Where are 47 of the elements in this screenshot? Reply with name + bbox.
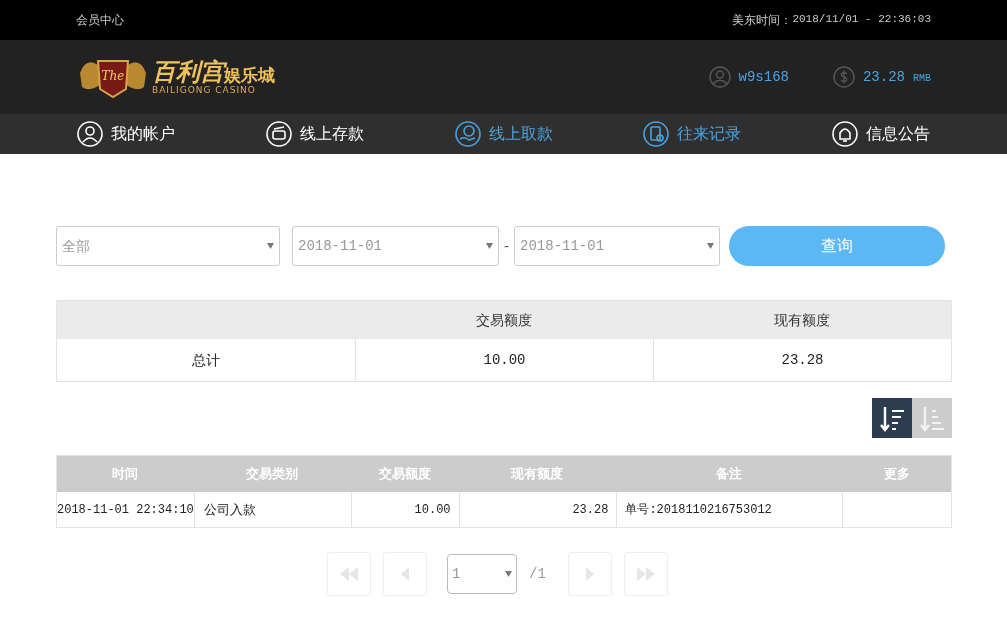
next-page-button[interactable] <box>567 552 612 596</box>
date-from-select[interactable]: 2018-11-01 <box>292 226 499 266</box>
previous-page-button[interactable] <box>383 552 428 596</box>
table-cell: 23.28 <box>653 339 951 381</box>
nav-tab[interactable]: 线上存款 <box>265 121 364 147</box>
column-header: 交易额度 <box>475 310 533 330</box>
wallet-icon <box>265 121 292 147</box>
user-icon <box>77 121 103 147</box>
double-triangle-icon <box>636 567 655 581</box>
caret-icon <box>267 243 274 249</box>
caret-icon <box>486 243 493 249</box>
document-icon <box>643 121 670 147</box>
member-center-title: 会员中心 <box>76 12 124 29</box>
caret-icon <box>505 571 513 577</box>
nav-tab[interactable]: 我的帐户 <box>77 121 175 147</box>
table-cell-text: 单号:2018110216753012 <box>625 501 772 519</box>
table-cell-text: 总计 <box>191 350 221 370</box>
bell-icon <box>832 121 858 147</box>
date-separator: - <box>503 236 511 256</box>
nav-tab[interactable]: 信息公告 <box>832 121 930 147</box>
username: w9s168 <box>738 67 789 87</box>
last-page-button[interactable] <box>623 552 668 596</box>
caret-icon <box>707 243 715 249</box>
balance: 23.28 <box>862 67 905 87</box>
table-cell-text: 2018-11-01 22:34:10 <box>57 501 194 519</box>
triangle-icon <box>585 567 594 581</box>
table-cell-text: 23.28 <box>572 501 609 519</box>
user-icon <box>708 66 731 88</box>
nav-tab[interactable]: 往来记录 <box>643 121 742 147</box>
sort-descending-button[interactable] <box>872 398 912 438</box>
double-triangle-icon <box>340 567 359 581</box>
currency: RMB <box>913 72 931 86</box>
first-page-button[interactable] <box>327 552 372 596</box>
clock-time: 2018/11/01 - 22:36:03 <box>792 12 931 27</box>
type-select[interactable]: 全部 <box>56 226 280 266</box>
nav-tab[interactable]: 线上取款 <box>454 121 553 147</box>
date-to-select[interactable]: 2018-11-01 <box>514 226 721 266</box>
column-header: 现有额度 <box>773 310 831 330</box>
table-cell-text: 公司入款 <box>203 500 256 519</box>
page-total: /1 <box>529 564 546 584</box>
table-cell: 10.00 <box>355 339 653 381</box>
triangle-icon <box>401 567 410 581</box>
table-cell-text: 10.00 <box>414 501 451 519</box>
logo-subtitle: BAILIGONG CASINO <box>152 85 257 95</box>
dollar-icon <box>832 66 855 88</box>
clock-label: 美东时间： <box>732 12 793 29</box>
page-select[interactable]: 1 <box>447 554 518 594</box>
